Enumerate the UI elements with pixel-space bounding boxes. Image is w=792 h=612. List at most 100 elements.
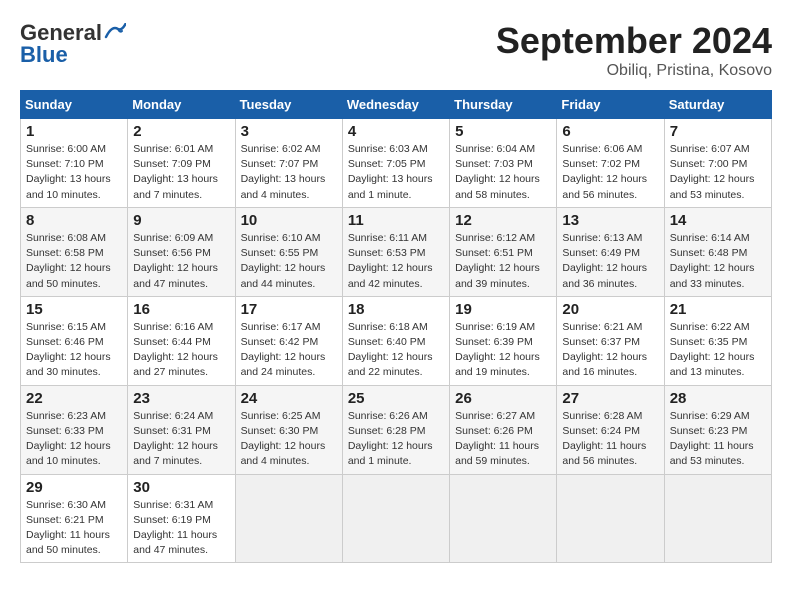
day-info: Sunrise: 6:06 AM Sunset: 7:02 PM Dayligh… (562, 142, 658, 203)
day-number: 7 (670, 123, 766, 140)
day-number: 6 (562, 123, 658, 140)
calendar-cell (664, 474, 771, 563)
day-number: 8 (26, 212, 122, 229)
calendar-week-4: 22 Sunrise: 6:23 AM Sunset: 6:33 PM Dayli… (21, 385, 772, 474)
day-number: 9 (133, 212, 229, 229)
weekday-header-sunday: Sunday (21, 91, 128, 119)
day-info: Sunrise: 6:26 AM Sunset: 6:28 PM Dayligh… (348, 409, 444, 470)
calendar-cell: 6 Sunrise: 6:06 AM Sunset: 7:02 PM Daylig… (557, 119, 664, 208)
calendar-cell: 17Sunrise: 6:17 AM Sunset: 6:42 PM Dayli… (235, 296, 342, 385)
day-info: Sunrise: 6:14 AM Sunset: 6:48 PM Dayligh… (670, 231, 766, 292)
day-info: Sunrise: 6:18 AM Sunset: 6:40 PM Dayligh… (348, 320, 444, 381)
calendar-cell: 23 Sunrise: 6:24 AM Sunset: 6:31 PM Dayli… (128, 385, 235, 474)
calendar-cell: 18 Sunrise: 6:18 AM Sunset: 6:40 PM Dayli… (342, 296, 449, 385)
day-info: Sunrise: 6:03 AM Sunset: 7:05 PM Dayligh… (348, 142, 444, 203)
day-info: Sunrise: 6:21 AM Sunset: 6:37 PM Dayligh… (562, 320, 658, 381)
day-number: 14 (670, 212, 766, 229)
calendar-cell: 20 Sunrise: 6:21 AM Sunset: 6:37 PM Dayli… (557, 296, 664, 385)
day-number: 5 (455, 123, 551, 140)
day-info: Sunrise: 6:02 AM Sunset: 7:07 PM Dayligh… (241, 142, 337, 203)
day-number: 13 (562, 212, 658, 229)
day-number: 24 (241, 390, 337, 407)
day-info: Sunrise: 6:13 AM Sunset: 6:49 PM Dayligh… (562, 231, 658, 292)
calendar-cell: 14 Sunrise: 6:14 AM Sunset: 6:48 PM Dayli… (664, 207, 771, 296)
day-number: 27 (562, 390, 658, 407)
calendar-cell: 16 Sunrise: 6:16 AM Sunset: 6:44 PM Dayli… (128, 296, 235, 385)
day-number: 12 (455, 212, 551, 229)
day-info: Sunrise: 6:09 AM Sunset: 6:56 PM Dayligh… (133, 231, 229, 292)
calendar-cell: 1 Sunrise: 6:00 AM Sunset: 7:10 PM Daylig… (21, 119, 128, 208)
calendar-cell: 29Sunrise: 6:30 AM Sunset: 6:21 PM Dayli… (21, 474, 128, 563)
calendar-cell: 26Sunrise: 6:27 AM Sunset: 6:26 PM Dayli… (450, 385, 557, 474)
day-number: 21 (670, 301, 766, 318)
weekday-header-monday: Monday (128, 91, 235, 119)
calendar-cell: 2 Sunrise: 6:01 AM Sunset: 7:09 PM Daylig… (128, 119, 235, 208)
day-info: Sunrise: 6:30 AM Sunset: 6:21 PM Dayligh… (26, 498, 122, 559)
day-info: Sunrise: 6:01 AM Sunset: 7:09 PM Dayligh… (133, 142, 229, 203)
calendar-table: SundayMondayTuesdayWednesdayThursdayFrid… (20, 90, 772, 563)
calendar-cell: 12 Sunrise: 6:12 AM Sunset: 6:51 PM Dayli… (450, 207, 557, 296)
day-number: 22 (26, 390, 122, 407)
location-subtitle: Obiliq, Pristina, Kosovo (496, 62, 772, 80)
day-number: 30 (133, 479, 229, 496)
month-title: September 2024 (496, 20, 772, 62)
calendar-cell: 3 Sunrise: 6:02 AM Sunset: 7:07 PM Daylig… (235, 119, 342, 208)
day-info: Sunrise: 6:17 AM Sunset: 6:42 PM Dayligh… (241, 320, 337, 381)
day-number: 1 (26, 123, 122, 140)
day-number: 28 (670, 390, 766, 407)
day-info: Sunrise: 6:22 AM Sunset: 6:35 PM Dayligh… (670, 320, 766, 381)
calendar-cell: 9 Sunrise: 6:09 AM Sunset: 6:56 PM Daylig… (128, 207, 235, 296)
weekday-header-thursday: Thursday (450, 91, 557, 119)
day-info: Sunrise: 6:11 AM Sunset: 6:53 PM Dayligh… (348, 231, 444, 292)
calendar-cell: 11Sunrise: 6:11 AM Sunset: 6:53 PM Dayli… (342, 207, 449, 296)
day-info: Sunrise: 6:07 AM Sunset: 7:00 PM Dayligh… (670, 142, 766, 203)
day-number: 16 (133, 301, 229, 318)
day-info: Sunrise: 6:29 AM Sunset: 6:23 PM Dayligh… (670, 409, 766, 470)
day-info: Sunrise: 6:12 AM Sunset: 6:51 PM Dayligh… (455, 231, 551, 292)
calendar-cell: 13 Sunrise: 6:13 AM Sunset: 6:49 PM Dayli… (557, 207, 664, 296)
calendar-cell: 28 Sunrise: 6:29 AM Sunset: 6:23 PM Dayli… (664, 385, 771, 474)
day-info: Sunrise: 6:08 AM Sunset: 6:58 PM Dayligh… (26, 231, 122, 292)
calendar-cell: 10 Sunrise: 6:10 AM Sunset: 6:55 PM Dayli… (235, 207, 342, 296)
calendar-cell (342, 474, 449, 563)
calendar-week-1: 1 Sunrise: 6:00 AM Sunset: 7:10 PM Daylig… (21, 119, 772, 208)
day-number: 25 (348, 390, 444, 407)
calendar-cell: 8 Sunrise: 6:08 AM Sunset: 6:58 PM Daylig… (21, 207, 128, 296)
day-number: 19 (455, 301, 551, 318)
day-info: Sunrise: 6:23 AM Sunset: 6:33 PM Dayligh… (26, 409, 122, 470)
day-info: Sunrise: 6:10 AM Sunset: 6:55 PM Dayligh… (241, 231, 337, 292)
day-info: Sunrise: 6:04 AM Sunset: 7:03 PM Dayligh… (455, 142, 551, 203)
weekday-header-tuesday: Tuesday (235, 91, 342, 119)
calendar-cell: 5 Sunrise: 6:04 AM Sunset: 7:03 PM Daylig… (450, 119, 557, 208)
day-number: 15 (26, 301, 122, 318)
day-info: Sunrise: 6:00 AM Sunset: 7:10 PM Dayligh… (26, 142, 122, 203)
logo-bird-icon (104, 23, 126, 39)
calendar-cell (557, 474, 664, 563)
day-number: 4 (348, 123, 444, 140)
logo-blue: Blue (20, 42, 68, 68)
calendar-cell: 4 Sunrise: 6:03 AM Sunset: 7:05 PM Daylig… (342, 119, 449, 208)
day-number: 20 (562, 301, 658, 318)
calendar-cell: 22 Sunrise: 6:23 AM Sunset: 6:33 PM Dayli… (21, 385, 128, 474)
day-number: 26 (455, 390, 551, 407)
day-number: 10 (241, 212, 337, 229)
calendar-week-2: 8 Sunrise: 6:08 AM Sunset: 6:58 PM Daylig… (21, 207, 772, 296)
day-number: 2 (133, 123, 229, 140)
calendar-cell: 7 Sunrise: 6:07 AM Sunset: 7:00 PM Daylig… (664, 119, 771, 208)
day-number: 23 (133, 390, 229, 407)
calendar-cell: 25 Sunrise: 6:26 AM Sunset: 6:28 PM Dayli… (342, 385, 449, 474)
day-info: Sunrise: 6:19 AM Sunset: 6:39 PM Dayligh… (455, 320, 551, 381)
logo: General Blue (20, 20, 126, 68)
day-info: Sunrise: 6:16 AM Sunset: 6:44 PM Dayligh… (133, 320, 229, 381)
day-number: 3 (241, 123, 337, 140)
day-info: Sunrise: 6:31 AM Sunset: 6:19 PM Dayligh… (133, 498, 229, 559)
day-info: Sunrise: 6:25 AM Sunset: 6:30 PM Dayligh… (241, 409, 337, 470)
calendar-week-5: 29Sunrise: 6:30 AM Sunset: 6:21 PM Dayli… (21, 474, 772, 563)
calendar-cell (450, 474, 557, 563)
calendar-cell (235, 474, 342, 563)
day-info: Sunrise: 6:24 AM Sunset: 6:31 PM Dayligh… (133, 409, 229, 470)
calendar-cell: 27Sunrise: 6:28 AM Sunset: 6:24 PM Dayli… (557, 385, 664, 474)
calendar-cell: 15Sunrise: 6:15 AM Sunset: 6:46 PM Dayli… (21, 296, 128, 385)
day-number: 18 (348, 301, 444, 318)
weekday-header-wednesday: Wednesday (342, 91, 449, 119)
